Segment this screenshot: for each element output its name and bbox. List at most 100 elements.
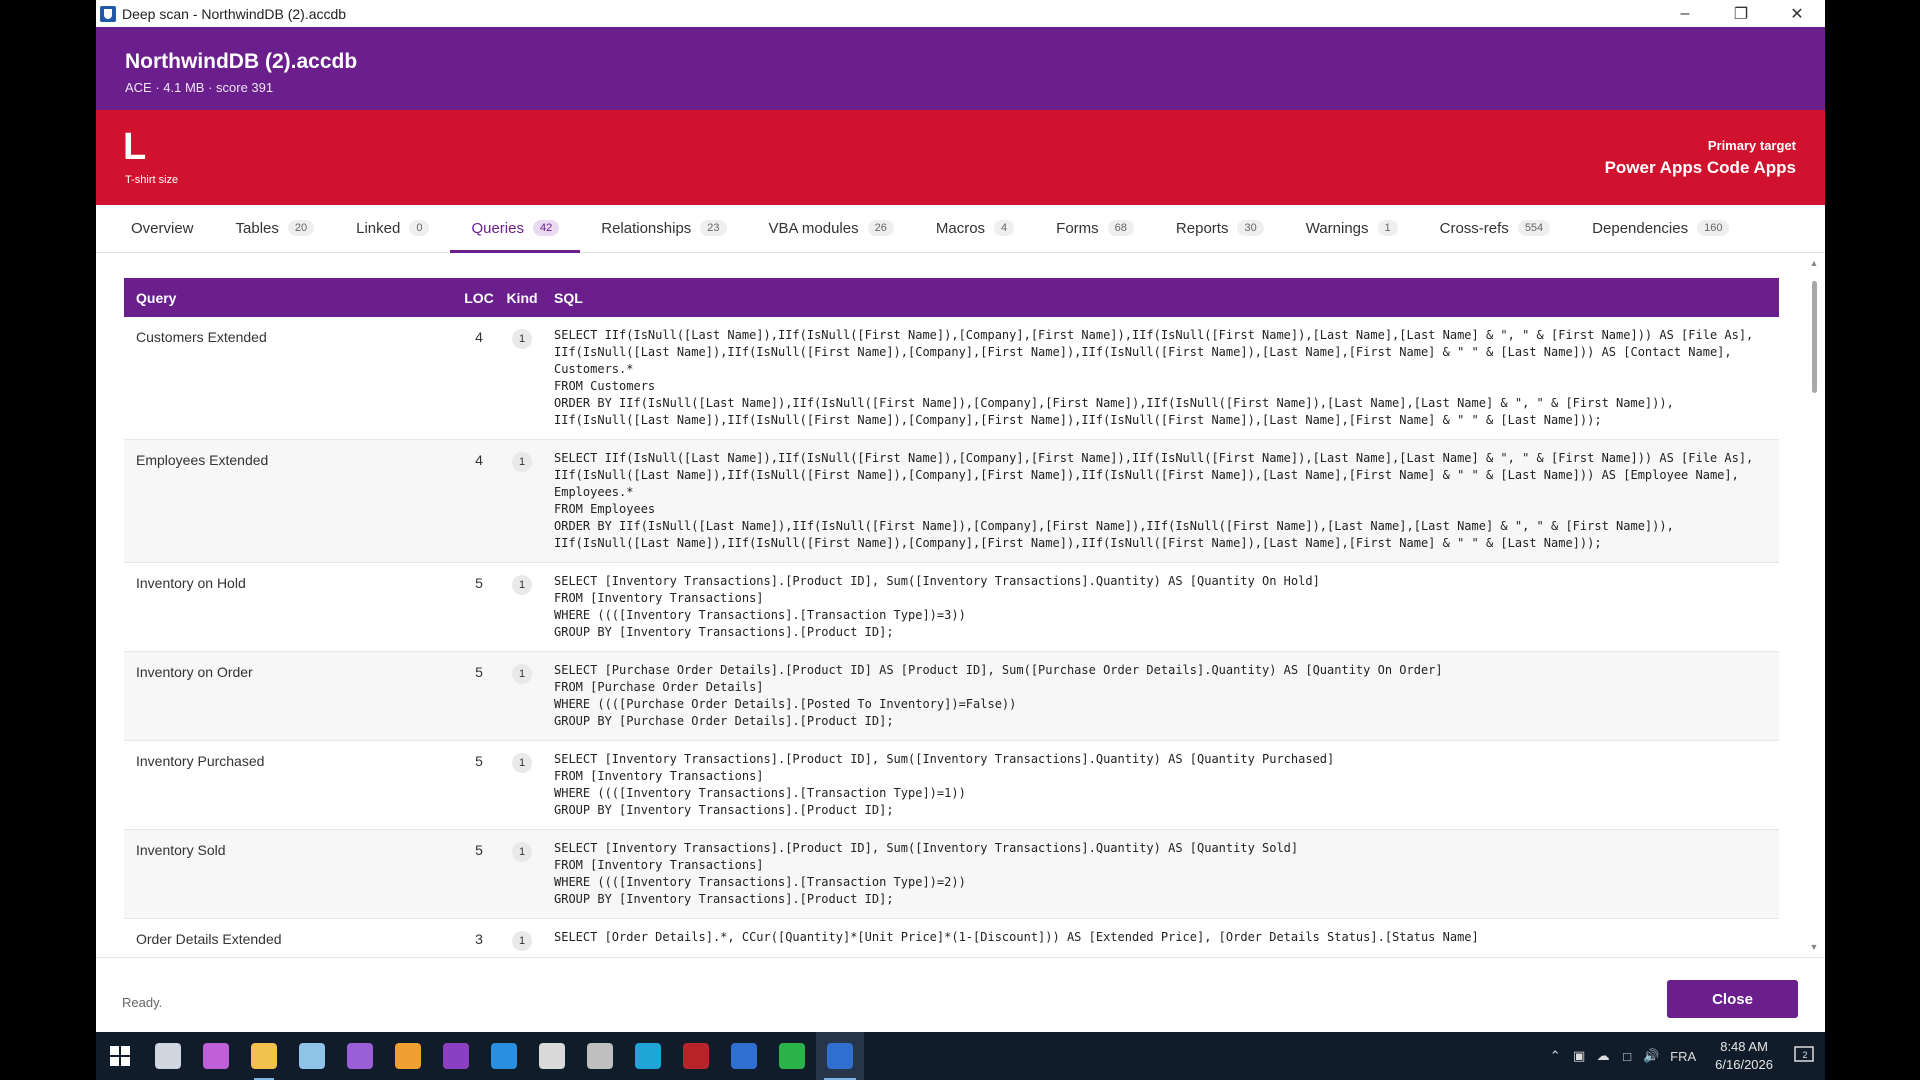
tab-forms[interactable]: Forms 68 [1035, 204, 1155, 252]
loc-cell: 5 [475, 842, 483, 858]
column-header-sql[interactable]: SQL [542, 278, 1779, 317]
task-view-icon[interactable] [144, 1032, 192, 1080]
tab-warnings[interactable]: Warnings 1 [1285, 204, 1419, 252]
onenote-icon-glyph [443, 1043, 469, 1069]
tab-linked[interactable]: Linked 0 [335, 204, 450, 252]
tab-dependencies[interactable]: Dependencies 160 [1571, 204, 1750, 252]
notification-center-icon[interactable]: 2 [1785, 1032, 1825, 1080]
scroll-down-icon[interactable]: ▼ [1809, 941, 1819, 953]
scroll-up-icon[interactable]: ▲ [1809, 257, 1819, 269]
minimize-icon[interactable]: – [1657, 0, 1713, 27]
kind-cell: 1 [502, 830, 542, 919]
query-name-cell: Customers Extended [136, 329, 267, 345]
database-icon[interactable] [576, 1032, 624, 1080]
edge-icon[interactable] [624, 1032, 672, 1080]
database-header: NorthwindDB (2).accdb ACE · 4.1 MB · sco… [96, 27, 1825, 110]
window-title: Deep scan - NorthwindDB (2).accdb [122, 5, 347, 22]
meet-icon[interactable]: ▣ [1567, 1032, 1591, 1080]
system-tray: ⌃ ▣ ☁ □ 🔊 FRA 8:48 AM 6/16/2026 2 [1543, 1032, 1825, 1080]
close-window-icon[interactable]: ✕ [1769, 0, 1825, 27]
tab-vba-modules[interactable]: VBA modules 26 [748, 204, 915, 252]
kind-badge: 1 [512, 931, 532, 951]
tab-cross-refs[interactable]: Cross-refs 554 [1419, 204, 1572, 252]
tab-overview[interactable]: Overview [110, 204, 215, 252]
database-meta: ACE · 4.1 MB · score 391 [125, 80, 274, 95]
visual-studio-icon[interactable] [336, 1032, 384, 1080]
queries-panel: Query LOC Kind SQL Customers Extended 4 1 S… [96, 253, 1825, 957]
notepad-icon-glyph [299, 1043, 325, 1069]
file-explorer-icon[interactable] [240, 1032, 288, 1080]
tab-label: Macros [935, 219, 986, 237]
column-header-kind[interactable]: Kind [502, 278, 542, 317]
onenote-icon[interactable] [432, 1032, 480, 1080]
vscode-icon[interactable] [480, 1032, 528, 1080]
tab-label: VBA modules [768, 219, 859, 237]
network-icon[interactable]: □ [1615, 1032, 1639, 1080]
table-row[interactable]: Employees Extended 4 1 SELECT IIf(IsNull([L… [124, 439, 1779, 563]
sql-cell: SELECT [Order Details].*, CCur([Quantity… [554, 930, 1479, 944]
task-view-icon-glyph [155, 1043, 181, 1069]
kind-badge: 1 [512, 329, 532, 349]
loc-cell: 4 [475, 452, 483, 468]
volume-icon[interactable]: 🔊 [1639, 1032, 1663, 1080]
tab-label: Overview [131, 219, 194, 237]
kind-badge: 1 [512, 452, 532, 472]
access-icon-glyph [683, 1043, 709, 1069]
tab-label: Tables [235, 219, 279, 237]
windows-taskbar: ⌃ ▣ ☁ □ 🔊 FRA 8:48 AM 6/16/2026 2 [96, 1032, 1825, 1080]
app-icon-orange-glyph [395, 1043, 421, 1069]
tab-reports[interactable]: Reports 30 [1155, 204, 1285, 252]
query-name-cell: Inventory Sold [136, 842, 226, 858]
language-indicator[interactable]: FRA [1663, 1032, 1703, 1080]
paint-icon[interactable] [528, 1032, 576, 1080]
tab-label: Relationships [601, 219, 692, 237]
tab-queries[interactable]: Queries 42 [450, 204, 581, 253]
primary-target-value: Power Apps Code Apps [1604, 158, 1796, 177]
sql-cell: SELECT [Inventory Transactions].[Product… [554, 574, 1320, 639]
shield-app-icon-glyph [731, 1043, 757, 1069]
clock-time: 8:48 AM [1720, 1039, 1768, 1054]
shield-app-icon[interactable] [720, 1032, 768, 1080]
tab-label: Cross-refs [1439, 219, 1509, 237]
tab-strip: Overview Tables 20 Linked 0 Queries 42 Relation… [96, 205, 1825, 253]
column-header-query[interactable]: Query [124, 278, 456, 317]
restore-icon[interactable]: ❐ [1713, 0, 1769, 27]
kind-badge: 1 [512, 753, 532, 773]
table-row[interactable]: Inventory on Order 5 1 SELECT [Purchase Ord… [124, 651, 1779, 741]
chevron-up-icon[interactable]: ⌃ [1543, 1032, 1567, 1080]
tab-count-badge: 20 [287, 220, 315, 236]
app-shield-icon [100, 5, 116, 22]
loc-cell: 5 [475, 753, 483, 769]
app-icon-orange[interactable] [384, 1032, 432, 1080]
table-row[interactable]: Customers Extended 4 1 SELECT IIf(IsNull([L… [124, 317, 1779, 440]
onedrive-icon[interactable]: ☁ [1591, 1032, 1615, 1080]
kind-cell: 1 [502, 440, 542, 563]
taskbar-apps [144, 1032, 864, 1080]
copilot-icon[interactable] [192, 1032, 240, 1080]
tshirt-size-letter: L [123, 126, 147, 168]
table-row[interactable]: Order Details Extended 3 1 SELECT [Order De… [124, 919, 1779, 958]
notepad-icon[interactable] [288, 1032, 336, 1080]
query-name-cell: Inventory on Order [136, 664, 253, 680]
queries-grid[interactable]: Query LOC Kind SQL Customers Extended 4 1 S… [124, 278, 1779, 957]
column-header-loc[interactable]: LOC [456, 278, 502, 317]
table-row[interactable]: Inventory on Hold 5 1 SELECT [Inventory Tra… [124, 563, 1779, 652]
kind-badge: 1 [512, 842, 532, 862]
close-button[interactable]: Close [1667, 980, 1798, 1018]
sql-cell: SELECT IIf(IsNull([Last Name]),IIf(IsNul… [554, 451, 1754, 550]
deep-scan-app-icon[interactable] [816, 1032, 864, 1080]
xbox-icon[interactable] [768, 1032, 816, 1080]
table-row[interactable]: Inventory Purchased 5 1 SELECT [Inventory T… [124, 741, 1779, 830]
vertical-scrollbar[interactable]: ▲ ▼ [1809, 257, 1819, 953]
table-row[interactable]: Inventory Sold 5 1 SELECT [Inventory Transa… [124, 829, 1779, 919]
scrollbar-thumb[interactable] [1812, 281, 1817, 393]
dialog-footer: Ready. Close [96, 957, 1825, 1032]
sql-cell: SELECT [Inventory Transactions].[Product… [554, 752, 1335, 817]
tab-relationships[interactable]: Relationships 23 [580, 204, 747, 252]
access-icon[interactable] [672, 1032, 720, 1080]
tab-macros[interactable]: Macros 4 [915, 204, 1035, 252]
clock[interactable]: 8:48 AM 6/16/2026 [1703, 1038, 1785, 1074]
start-button[interactable] [96, 1032, 144, 1080]
kind-cell: 1 [502, 919, 542, 958]
tab-tables[interactable]: Tables 20 [215, 204, 336, 252]
